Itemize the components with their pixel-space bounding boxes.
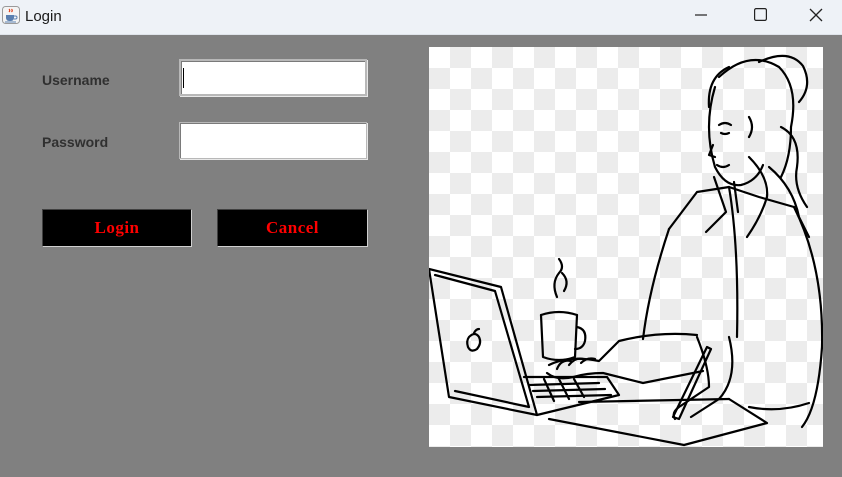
login-button[interactable]: Login: [42, 209, 192, 247]
close-icon: [809, 8, 823, 27]
title-bar[interactable]: Login: [0, 0, 842, 35]
cancel-button[interactable]: Cancel: [217, 209, 368, 247]
minimize-button[interactable]: [672, 0, 730, 34]
illustration-woman-laptop: [429, 47, 823, 447]
minimize-icon: [695, 8, 707, 26]
window-title: Login: [25, 8, 62, 25]
password-label: Password: [42, 134, 109, 150]
maximize-icon: [753, 8, 767, 26]
username-label: Username: [42, 72, 110, 88]
java-cup-icon: [2, 6, 20, 24]
login-window: Login Username Password Login Cancel: [0, 0, 842, 477]
password-field[interactable]: [179, 122, 367, 159]
close-button[interactable]: [790, 0, 842, 34]
text-caret: [183, 68, 184, 88]
username-field[interactable]: [179, 59, 367, 96]
maximize-button[interactable]: [731, 0, 789, 34]
